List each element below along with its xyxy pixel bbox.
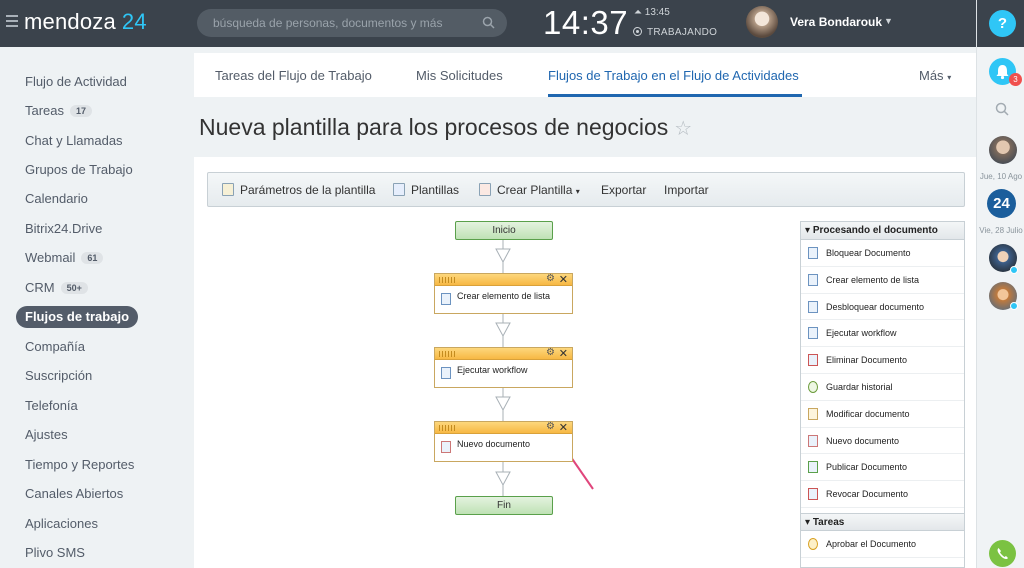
history-icon — [808, 380, 818, 393]
activity-group-label: Tareas — [812, 516, 845, 528]
collapse-icon: ▾ — [805, 516, 811, 528]
approve-document-icon — [808, 537, 818, 550]
activity-label: Publicar Documento — [826, 462, 908, 473]
activity-label: Desbloquear documento — [826, 301, 925, 312]
activity-item[interactable]: Ejecutar workflow — [801, 320, 964, 348]
activity-item[interactable]: Aprobar el Documento — [801, 531, 964, 558]
new-document-icon — [808, 434, 818, 447]
block-label: Nuevo documento — [457, 439, 531, 449]
flow-arrow-icon — [495, 471, 511, 487]
activity-group-label: Procesando el documento — [812, 225, 938, 236]
workflow-icon — [808, 327, 818, 340]
list-item-icon — [441, 293, 451, 305]
start-node[interactable]: Inicio — [455, 221, 553, 240]
activity-label: Revocar Documento — [826, 489, 909, 500]
drag-handle-icon[interactable] — [439, 351, 457, 357]
activity-label: Eliminar Documento — [826, 355, 908, 366]
gear-icon[interactable]: ⚙ — [546, 273, 555, 284]
delete-document-icon — [808, 354, 818, 367]
activity-label: Aprobar el Documento — [826, 538, 917, 549]
activities-panel: ▾ Procesando el documento Bloquear Docum… — [800, 221, 965, 568]
activity-item[interactable]: Crear elemento de lista — [801, 267, 964, 294]
block-header[interactable]: ⚙ ✕ — [435, 347, 572, 360]
block-label: Crear elemento de lista — [457, 291, 551, 301]
drag-handle-icon[interactable] — [439, 425, 457, 431]
flow-arrow-icon — [495, 248, 511, 264]
drag-handle-icon[interactable] — [439, 277, 457, 283]
workflow-icon — [441, 367, 451, 379]
activity-label: Nuevo documento — [826, 435, 900, 446]
end-node[interactable]: Fin — [455, 496, 553, 515]
activity-item[interactable]: Desbloquear documento — [801, 294, 964, 321]
workflow-block[interactable]: ⚙ ✕ Crear elemento de lista — [434, 273, 573, 314]
block-header[interactable]: ⚙ ✕ — [435, 273, 572, 286]
publish-document-icon — [808, 461, 818, 474]
block-header[interactable]: ⚙ ✕ — [435, 421, 572, 434]
collapse-icon: ▾ — [805, 225, 811, 236]
edit-document-icon — [808, 407, 818, 420]
activity-group-header[interactable]: ▾ Procesando el documento — [801, 222, 964, 240]
close-icon[interactable]: ✕ — [559, 421, 568, 434]
workflow-block[interactable]: ⚙ ✕ Nuevo documento — [434, 421, 573, 462]
flow-arrow-icon — [495, 322, 511, 338]
activity-label: Ejecutar workflow — [826, 328, 897, 339]
activity-label: Bloquear Documento — [826, 248, 911, 258]
revoke-document-icon — [808, 488, 818, 501]
close-icon[interactable]: ✕ — [559, 273, 568, 286]
activity-item[interactable]: Publicar Documento — [801, 454, 964, 482]
gear-icon[interactable]: ⚙ — [546, 421, 555, 432]
activity-label: Crear elemento de lista — [826, 274, 920, 285]
lock-document-icon — [808, 247, 818, 259]
flow-arrow-icon — [495, 396, 511, 412]
activity-label: Modificar documento — [826, 408, 910, 419]
block-label: Ejecutar workflow — [457, 365, 528, 375]
activity-group-header[interactable]: ▾ Tareas — [801, 512, 964, 531]
close-icon[interactable]: ✕ — [559, 347, 568, 360]
list-item-icon — [808, 273, 818, 286]
new-document-icon — [441, 441, 451, 453]
gear-icon[interactable]: ⚙ — [546, 347, 555, 358]
activity-item[interactable]: Eliminar Documento — [801, 347, 964, 374]
activity-label: Guardar historial — [826, 381, 893, 392]
activity-item[interactable]: Revocar Documento — [801, 481, 964, 508]
unlock-document-icon — [808, 300, 818, 313]
activity-item[interactable]: Guardar historial — [801, 374, 964, 401]
activity-item[interactable]: Nuevo documento — [801, 428, 964, 455]
activity-item[interactable]: Modificar documento — [801, 401, 964, 428]
activity-item[interactable]: Bloquear Documento — [801, 240, 964, 267]
workflow-block[interactable]: ⚙ ✕ Ejecutar workflow — [434, 347, 573, 388]
